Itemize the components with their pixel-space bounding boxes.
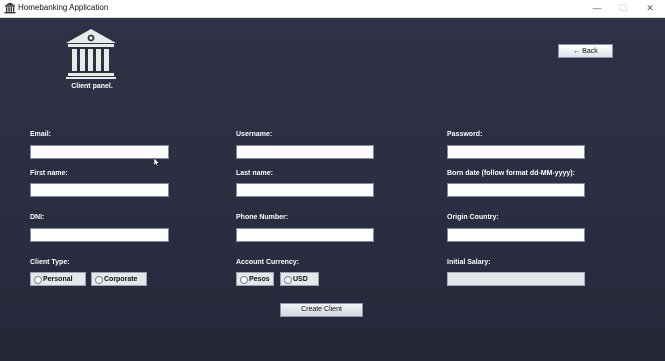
- password-label: Password:: [447, 131, 483, 138]
- client-type-label: Client Type:: [30, 259, 70, 266]
- radio-label: Pesos: [249, 276, 270, 283]
- email-label: Email:: [30, 131, 52, 138]
- radio-circle-icon: [284, 276, 292, 284]
- radio-circle-icon: [240, 276, 248, 284]
- bank-icon: [4, 2, 16, 14]
- phone-field[interactable]: [236, 228, 374, 242]
- maximize-button[interactable]: ☐: [609, 0, 637, 17]
- radio-label: Personal: [43, 276, 73, 283]
- first-name-field[interactable]: [30, 183, 169, 197]
- last-name-label: Last name:: [236, 170, 273, 177]
- client-type-personal-radio[interactable]: Personal: [30, 272, 86, 286]
- account-currency-label: Account Currency:: [236, 259, 300, 266]
- client-type-corporate-radio[interactable]: Corporate: [91, 272, 147, 286]
- radio-circle-icon: [95, 276, 103, 284]
- initial-salary-field[interactable]: [447, 272, 585, 286]
- dni-field[interactable]: [30, 228, 169, 242]
- username-label: Username:: [236, 131, 273, 138]
- title-bar: Homebanking Application — ☐ ✕: [0, 0, 665, 18]
- initial-salary-label: Initial Salary:: [447, 259, 491, 266]
- radio-circle-icon: [34, 276, 42, 284]
- born-date-label: Born date (follow format dd-MM-yyyy):: [447, 170, 575, 177]
- currency-pesos-radio[interactable]: Pesos: [236, 272, 274, 286]
- username-field[interactable]: [236, 145, 374, 159]
- origin-country-label: Origin Country:: [447, 214, 499, 221]
- close-button[interactable]: ✕: [636, 0, 664, 17]
- bank-building-icon: [66, 29, 116, 79]
- create-client-button[interactable]: Create Client: [280, 303, 363, 317]
- dni-label: DNI:: [30, 214, 45, 221]
- origin-country-field[interactable]: [447, 228, 585, 242]
- last-name-field[interactable]: [236, 183, 374, 197]
- panel-caption: Client panel.: [71, 83, 113, 90]
- born-date-field[interactable]: [447, 183, 585, 197]
- mouse-cursor-icon: [154, 158, 160, 167]
- back-button[interactable]: ← Back: [558, 44, 613, 58]
- radio-label: Corporate: [104, 276, 138, 283]
- currency-usd-radio[interactable]: USD: [280, 272, 319, 286]
- phone-label: Phone Number:: [236, 214, 289, 221]
- first-name-label: First name:: [30, 170, 68, 177]
- password-field[interactable]: [447, 145, 585, 159]
- window-title: Homebanking Application: [18, 3, 109, 12]
- minimize-button[interactable]: —: [583, 0, 611, 17]
- email-field[interactable]: [30, 145, 169, 159]
- homebanking-window: Homebanking Application — ☐ ✕ Client pan…: [0, 0, 665, 361]
- radio-label: USD: [293, 276, 308, 283]
